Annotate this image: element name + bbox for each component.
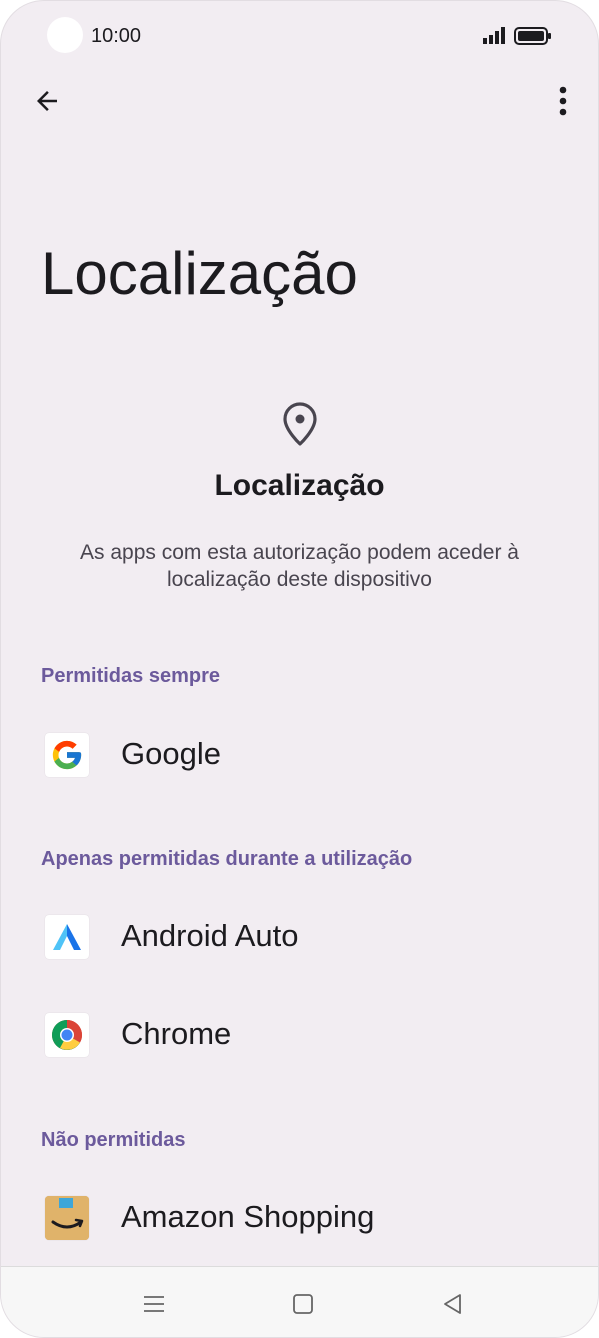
google-icon [45, 733, 89, 777]
app-label: Google [121, 736, 221, 771]
page-title: Localização [41, 240, 358, 307]
permission-title: Localização [214, 469, 385, 502]
status-time: 10:00 [91, 25, 142, 47]
app-label: Amazon Shopping [121, 1199, 375, 1234]
section-header-always: Permitidas sempre [41, 665, 220, 687]
location-pin-icon [283, 402, 317, 446]
app-label: Chrome [121, 1016, 232, 1051]
back-button[interactable] [23, 77, 71, 125]
app-row-amazon-shopping[interactable]: Amazon Shopping [1, 1173, 598, 1263]
back-triangle-icon[interactable] [438, 1289, 468, 1319]
status-bar: 10:00 [1, 1, 598, 71]
phone-screen: 10:00 Localização Localização As apps co… [0, 0, 599, 1338]
app-row-android-auto[interactable]: Android Auto [1, 892, 598, 982]
app-row-google[interactable]: Google [1, 710, 598, 800]
section-header-while-in-use: Apenas permitidas durante a utilização [41, 848, 413, 870]
battery-icon [514, 27, 551, 45]
more-options-button[interactable] [541, 77, 585, 125]
menu-icon[interactable] [139, 1289, 169, 1319]
more-vert-icon [559, 86, 567, 116]
app-label: Android Auto [121, 918, 299, 953]
signal-icon [483, 27, 505, 44]
system-navigation-bar [1, 1266, 598, 1337]
section-header-not-allowed: Não permitidas [41, 1129, 186, 1151]
android-auto-icon [45, 915, 89, 959]
arrow-back-icon [37, 91, 57, 111]
front-camera [47, 17, 83, 53]
permission-description: As apps com esta autorização podem acede… [80, 541, 519, 591]
home-icon[interactable] [288, 1289, 318, 1319]
chrome-icon [45, 1013, 89, 1057]
amazon-shopping-icon [45, 1196, 89, 1240]
app-row-chrome[interactable]: Chrome [1, 990, 598, 1080]
